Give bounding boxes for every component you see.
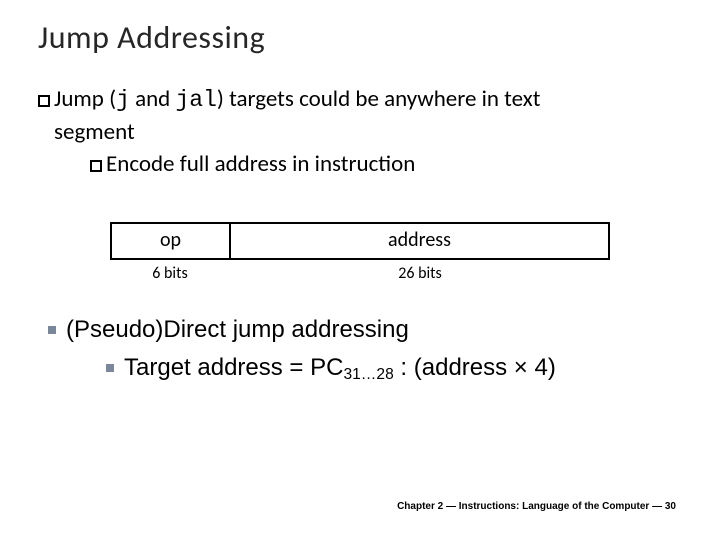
body-block: Jump (j and jal) targets could be anywhe…: [38, 85, 678, 180]
subscript: 31…28: [343, 366, 393, 383]
text-fragment: : (address × 4): [394, 354, 556, 381]
instruction-format-diagram: op address 6 bits 26 bits: [110, 222, 610, 283]
code-jal: jal: [175, 87, 216, 113]
bullet-line-1-cont: segment: [54, 118, 678, 148]
text-fragment: ) targets could be anywhere in text: [217, 85, 541, 113]
slide-footer: Chapter 2 — Instructions: Language of th…: [397, 501, 676, 512]
bullet-line-4: Target address = PC31…28 : (address × 4): [106, 352, 688, 385]
slide: Jump Addressing Jump (j and jal) targets…: [0, 0, 720, 540]
text-fragment: Target address = PC: [124, 354, 343, 381]
cell-op: op: [110, 222, 230, 260]
cell-address: address: [230, 222, 610, 260]
slide-title: Jump Addressing: [38, 18, 265, 57]
square-bullet-icon: [48, 326, 56, 334]
text-fragment: (Pseudo)Direct jump addressing: [66, 316, 409, 343]
text-fragment: Encode full address in instruction: [106, 150, 415, 178]
bits-address: 26 bits: [230, 264, 610, 283]
square-bullet-icon: [38, 95, 50, 107]
bullet-line-3: (Pseudo)Direct jump addressing: [48, 314, 688, 346]
diagram-row: op address: [110, 222, 610, 260]
square-bullet-icon: [90, 160, 102, 172]
body-block-2: (Pseudo)Direct jump addressing Target ad…: [48, 314, 688, 385]
bits-row: 6 bits 26 bits: [110, 264, 610, 283]
bullet-line-2: Encode full address in instruction: [90, 150, 678, 180]
bullet-line-1: Jump (j and jal) targets could be anywhe…: [38, 85, 678, 116]
text-fragment: and: [130, 85, 176, 113]
square-bullet-icon: [106, 364, 114, 372]
code-j: j: [116, 87, 130, 113]
text-fragment: Jump (: [54, 85, 116, 113]
bits-op: 6 bits: [110, 264, 230, 283]
